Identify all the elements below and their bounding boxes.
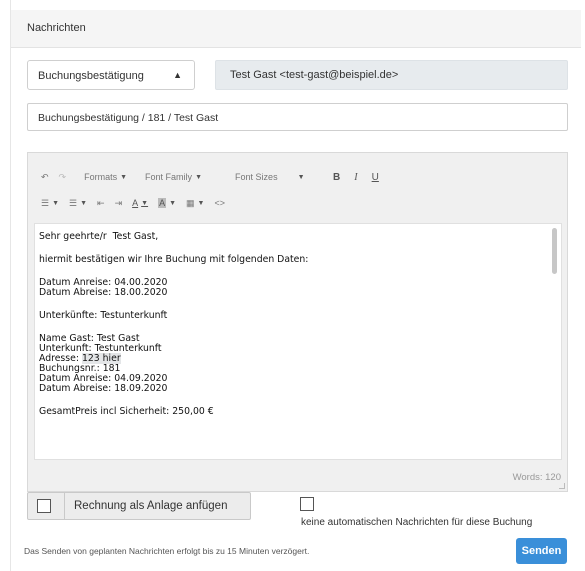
- template-select[interactable]: Buchungsbestätigung ▲︎: [27, 60, 195, 90]
- formats-dropdown[interactable]: Formats ▼: [79, 168, 132, 186]
- redo-icon[interactable]: ↷: [54, 168, 72, 186]
- body-line: GesamtPreis incl Sicherheit: 250,00 €: [39, 406, 214, 417]
- attach-invoice-toggle[interactable]: Rechnung als Anlage anfügen: [27, 492, 251, 520]
- caret-down-icon: ▼: [120, 173, 128, 181]
- font-sizes-label: Font Sizes: [235, 172, 278, 182]
- background-color-label: A: [158, 198, 167, 208]
- editor-toolbar-row-1: ↶ ↷ Formats ▼ Font Family ▼ Font Sizes ▼ B …: [36, 167, 384, 187]
- divider: [64, 493, 65, 519]
- italic-button[interactable]: I: [349, 168, 362, 186]
- formats-label: Formats: [84, 172, 118, 182]
- body-line: Unterkünfte: Testunterkunft: [39, 310, 168, 321]
- text-color-label: A: [132, 198, 139, 208]
- send-button[interactable]: Senden: [516, 538, 567, 564]
- attach-invoice-checkbox[interactable]: [37, 499, 51, 513]
- no-auto-messages-checkbox[interactable]: [300, 497, 314, 511]
- source-code-button[interactable]: <>: [209, 194, 230, 212]
- caret-down-icon: ▼: [141, 199, 149, 207]
- resize-handle-icon[interactable]: [559, 483, 565, 489]
- template-select-value: Buchungsbestätigung: [38, 70, 144, 82]
- no-auto-messages-label: keine automatischen Nachrichten für dies…: [301, 517, 533, 528]
- table-icon[interactable]: ▦ ▼: [181, 194, 209, 212]
- rich-text-editor: ↶ ↷ Formats ▼ Font Family ▼ Font Sizes ▼ B …: [27, 152, 568, 492]
- caret-down-icon: ▼: [169, 199, 177, 207]
- caret-down-icon: ▼: [52, 199, 60, 207]
- caret-down-icon: ▼: [80, 199, 88, 207]
- caret-down-icon: ▼: [297, 173, 305, 181]
- undo-icon[interactable]: ↶: [36, 168, 54, 186]
- caret-down-icon: ▼: [197, 199, 205, 207]
- footer-note: Das Senden von geplanten Nachrichten erf…: [24, 546, 310, 556]
- bullet-list-icon[interactable]: ☰ ▼: [36, 194, 64, 212]
- background-color-button[interactable]: A ▼: [153, 194, 181, 212]
- body-line: hiermit bestätigen wir Ihre Buchung mit …: [39, 254, 309, 265]
- body-line: Datum Abreise: 18.09.2020: [39, 383, 168, 394]
- editor-content[interactable]: Sehr geehrte/r Test Gast, hiermit bestät…: [34, 223, 562, 460]
- outdent-icon[interactable]: ⇤: [92, 194, 110, 212]
- email-body: Sehr geehrte/r Test Gast, hiermit bestät…: [39, 232, 308, 417]
- recipient-field[interactable]: Test Gast <test-gast@beispiel.de>: [215, 60, 568, 90]
- font-family-label: Font Family: [145, 172, 193, 182]
- font-family-dropdown[interactable]: Font Family ▼: [140, 168, 230, 186]
- numbered-list-icon[interactable]: ☰ ▼: [64, 194, 92, 212]
- caret-down-icon: ▼: [195, 173, 202, 181]
- word-count: Words: 120: [512, 472, 561, 483]
- subject-input[interactable]: Buchungsbestätigung / 181 / Test Gast: [27, 103, 568, 131]
- body-line: Datum Abreise: 18.00.2020: [39, 287, 168, 298]
- attach-invoice-label: Rechnung als Anlage anfügen: [74, 500, 228, 512]
- panel-title: Nachrichten: [27, 22, 86, 34]
- editor-scrollbar[interactable]: [552, 228, 557, 274]
- indent-icon[interactable]: ⇥: [110, 194, 128, 212]
- text-color-button[interactable]: A ▼: [127, 194, 153, 212]
- subject-value: Buchungsbestätigung / 181 / Test Gast: [38, 112, 219, 124]
- body-line: Sehr geehrte/r Test Gast,: [39, 231, 159, 242]
- editor-toolbar-row-2: ☰ ▼ ☰ ▼ ⇤ ⇥ A ▼ A ▼ ▦ ▼ <>: [36, 193, 230, 213]
- select-updown-icon: ▲︎: [173, 70, 182, 80]
- bold-button[interactable]: B: [328, 168, 345, 186]
- panel-header: Nachrichten: [11, 10, 581, 48]
- recipient-value: Test Gast <test-gast@beispiel.de>: [230, 69, 399, 81]
- underline-button[interactable]: U: [367, 168, 384, 186]
- font-sizes-dropdown[interactable]: Font Sizes ▼: [230, 168, 328, 186]
